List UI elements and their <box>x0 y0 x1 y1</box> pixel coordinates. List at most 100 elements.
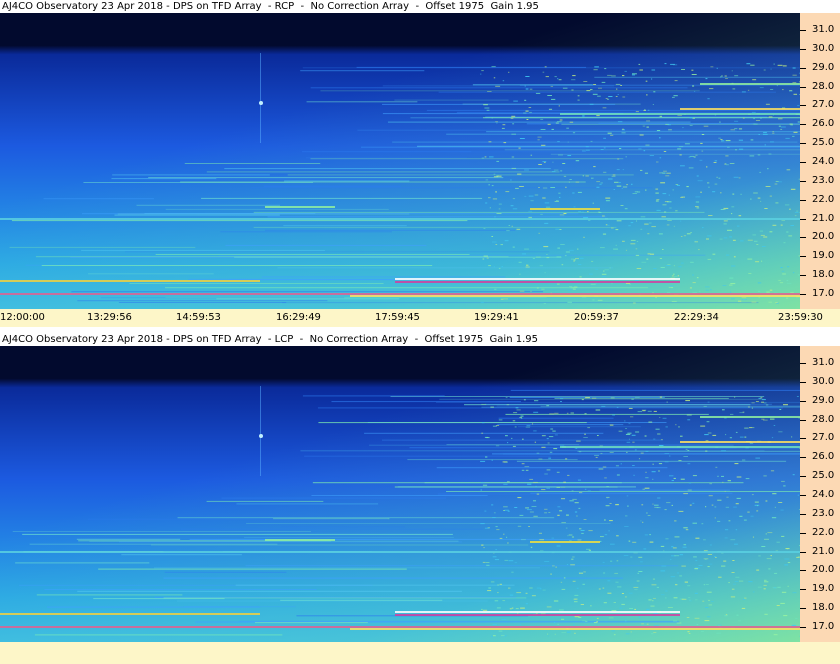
noise-speckle <box>655 200 659 202</box>
noise-speckle <box>708 604 713 606</box>
noise-speckle <box>544 473 548 475</box>
interference-band <box>0 551 800 553</box>
noise-speckle <box>526 264 529 266</box>
noise-speckle <box>680 220 682 222</box>
noise-speckle <box>736 614 739 616</box>
noise-speckle <box>577 99 580 101</box>
noise-speckle <box>709 483 713 485</box>
noise-speckle <box>524 169 529 171</box>
noise-speckle <box>536 493 540 495</box>
time-tick-label: 20:59:37 <box>574 312 619 323</box>
noise-speckle <box>735 431 738 433</box>
noise-speckle <box>658 463 663 465</box>
noise-speckle <box>792 82 797 84</box>
noise-speckle <box>721 75 723 77</box>
noise-speckle <box>572 75 576 77</box>
noise-speckle <box>610 134 614 136</box>
noise-speckle <box>590 140 593 142</box>
noise-speckle <box>592 397 597 399</box>
noise-speckle <box>732 88 736 90</box>
noise-speckle <box>784 558 790 560</box>
noise-speckle <box>774 506 776 508</box>
noise-speckle <box>663 151 667 152</box>
noise-speckle <box>738 177 741 179</box>
noise-speckle <box>763 69 766 71</box>
noise-speckle <box>708 215 713 216</box>
noise-speckle <box>709 544 712 546</box>
noise-speckle <box>718 177 721 179</box>
noise-speckle <box>507 510 510 512</box>
noise-speckle <box>741 297 747 299</box>
interference-line <box>554 397 729 399</box>
noise-speckle <box>619 607 623 609</box>
noise-speckle <box>547 442 550 444</box>
interference-line <box>111 178 217 180</box>
frequency-tick-label: 18.0 <box>812 602 835 614</box>
noise-speckle <box>722 285 727 286</box>
noise-speckle <box>628 438 630 440</box>
noise-speckle <box>499 583 502 585</box>
noise-speckle <box>675 210 678 212</box>
noise-speckle <box>521 539 526 541</box>
noise-speckle <box>707 401 710 403</box>
noise-speckle <box>596 617 599 619</box>
noise-speckle <box>549 413 555 415</box>
noise-speckle <box>528 210 533 212</box>
tick-mark <box>800 589 806 591</box>
noise-speckle <box>650 253 655 255</box>
noise-speckle <box>646 120 651 122</box>
noise-speckle <box>641 261 647 263</box>
noise-speckle <box>580 604 585 605</box>
noise-speckle <box>651 633 654 635</box>
noise-speckle <box>573 624 575 626</box>
noise-speckle <box>689 504 692 506</box>
frequency-tick-label: 22.0 <box>812 526 835 538</box>
noise-speckle <box>495 191 497 193</box>
noise-speckle <box>649 541 654 543</box>
interference-line <box>518 426 641 428</box>
interference-line <box>118 302 287 303</box>
noise-speckle <box>608 178 613 180</box>
noise-speckle <box>728 520 731 522</box>
noise-speckle <box>530 546 533 548</box>
interference-line <box>280 599 443 601</box>
noise-speckle <box>694 568 698 570</box>
noise-speckle <box>659 137 661 139</box>
noise-speckle <box>544 512 548 514</box>
noise-speckle <box>640 169 643 171</box>
noise-speckle <box>626 495 629 497</box>
noise-speckle <box>554 622 556 623</box>
noise-speckle <box>638 148 642 150</box>
noise-speckle <box>559 214 565 216</box>
noise-speckle <box>742 459 746 461</box>
noise-speckle <box>532 423 534 425</box>
noise-speckle <box>691 69 694 71</box>
noise-speckle <box>496 160 500 162</box>
noise-speckle <box>529 88 533 90</box>
noise-speckle <box>481 544 484 546</box>
noise-speckle <box>640 216 646 218</box>
noise-speckle <box>588 530 593 532</box>
noise-speckle <box>647 109 650 111</box>
interference-line <box>446 133 800 135</box>
noise-speckle <box>742 411 745 413</box>
noise-speckle <box>507 442 509 444</box>
interference-line <box>497 424 624 426</box>
noise-speckle <box>505 191 510 193</box>
noise-speckle <box>687 489 692 491</box>
noise-speckle <box>708 186 710 188</box>
noise-speckle <box>508 225 511 226</box>
interference-band <box>350 295 800 297</box>
interference-band <box>0 626 800 628</box>
noise-speckle <box>559 609 564 611</box>
noise-speckle <box>582 150 586 152</box>
noise-speckle <box>624 208 628 210</box>
noise-speckle <box>533 411 539 413</box>
noise-speckle <box>733 506 737 508</box>
noise-speckle <box>734 463 739 465</box>
interference-line <box>482 117 800 119</box>
noise-speckle <box>503 533 505 535</box>
noise-speckle <box>524 195 527 197</box>
interference-band <box>560 113 800 115</box>
noise-speckle <box>725 434 727 436</box>
